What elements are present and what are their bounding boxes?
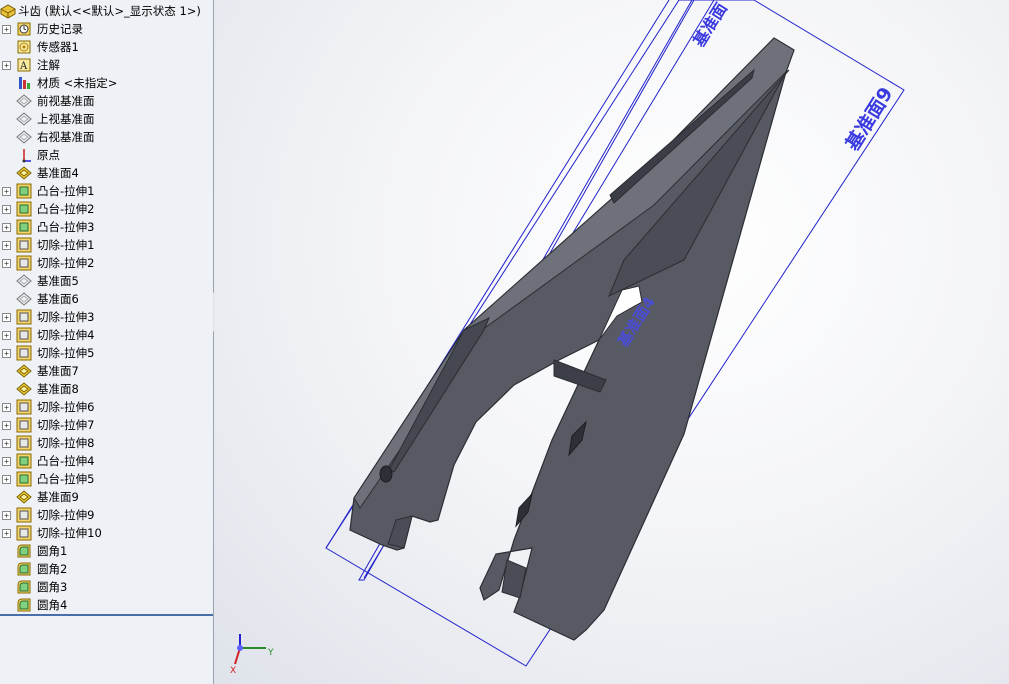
expand-toggle-icon[interactable]: + (2, 241, 11, 250)
tree-item-label: 基准面4 (37, 166, 79, 180)
cut-extrude-icon (16, 435, 32, 451)
history-icon (17, 22, 31, 36)
tree-item-label: 注解 (37, 58, 60, 72)
expand-toggle-icon[interactable]: + (2, 205, 11, 214)
expand-toggle-icon[interactable]: + (2, 421, 11, 430)
expand-toggle-icon[interactable]: + (2, 187, 11, 196)
expand-toggle-icon[interactable]: + (2, 439, 11, 448)
cut-extrude-icon (16, 345, 32, 361)
tree-item-label: 上视基准面 (37, 112, 95, 126)
axis-x-label: X (230, 666, 236, 676)
tree-item-label: 基准面5 (37, 274, 79, 288)
tree-item-label: 切除-拉伸5 (37, 346, 95, 360)
cut-extrude-icon (16, 399, 32, 415)
tree-item-label: 凸台-拉伸2 (37, 202, 95, 216)
tree-item-label: 圆角1 (37, 544, 68, 558)
tree-item-label: 圆角2 (37, 562, 68, 576)
expand-toggle-icon[interactable]: + (2, 475, 11, 484)
expand-toggle-icon[interactable]: + (2, 349, 11, 358)
tree-item-label: 切除-拉伸3 (37, 310, 95, 324)
tree-item-label: 凸台-拉伸1 (37, 184, 95, 198)
cut-extrude-icon (16, 255, 32, 271)
expand-toggle-icon[interactable]: + (2, 61, 11, 70)
material-icon (19, 77, 30, 89)
tree-item-label: 原点 (37, 148, 60, 162)
plane-yellow-icon (16, 166, 32, 180)
tree-item-label: 基准面9 (37, 490, 79, 504)
boss-extrude-icon (16, 201, 32, 217)
sensor-icon (17, 40, 31, 54)
expand-toggle-icon[interactable]: + (2, 403, 11, 412)
part-body (349, 37, 795, 641)
cut-extrude-icon (16, 525, 32, 541)
tree-item-label: 历史记录 (37, 22, 83, 36)
tree-item-label: 圆角4 (37, 598, 68, 612)
tree-item-label: 切除-拉伸1 (37, 238, 95, 252)
tree-item-label: 基准面7 (37, 364, 79, 378)
tree-bottom-divider (0, 614, 213, 616)
axis-y-label: Y (267, 648, 274, 658)
boss-extrude-icon (16, 219, 32, 235)
tree-item-label: 基准面6 (37, 292, 79, 306)
tree-item-label: 切除-拉伸8 (37, 436, 95, 450)
plane-icon (16, 94, 32, 108)
expand-toggle-icon[interactable]: + (2, 259, 11, 268)
fillet-icon (17, 544, 31, 558)
origin-icon (22, 149, 31, 163)
tree-item-label: 凸台-拉伸5 (37, 472, 95, 486)
part-icon (0, 4, 16, 19)
cut-extrude-icon (16, 417, 32, 433)
boss-extrude-icon (16, 183, 32, 199)
tree-item-label: 切除-拉伸6 (37, 400, 95, 414)
tree-item-label: 切除-拉伸7 (37, 418, 95, 432)
cut-extrude-icon (16, 507, 32, 523)
tree-item-label: 切除-拉伸9 (37, 508, 95, 522)
cut-extrude-icon (16, 327, 32, 343)
plane-icon (16, 292, 32, 306)
plane-icon (16, 274, 32, 288)
expand-toggle-icon[interactable]: + (2, 25, 11, 34)
plane-icon (16, 112, 32, 126)
tree-item-label: 前视基准面 (37, 94, 95, 108)
plane-top-label: 基准面 (689, 0, 731, 51)
fillet-icon (17, 562, 31, 576)
tree-item-label: 圆角3 (37, 580, 68, 594)
tree-item-label: 凸台-拉伸4 (37, 454, 95, 468)
boss-extrude-icon (16, 453, 32, 469)
fillet-icon (17, 598, 31, 612)
tree-item-label: 切除-拉伸2 (37, 256, 95, 270)
tree-item-label: 右视基准面 (37, 130, 95, 144)
tree-item-label: 凸台-拉伸3 (37, 220, 95, 234)
fillet-icon (17, 580, 31, 594)
expand-toggle-icon[interactable]: + (2, 331, 11, 340)
plane-yellow-icon (16, 364, 32, 378)
tree-item-label: 基准面8 (37, 382, 79, 396)
tree-root-label: 斗齿 (默认<<默认>_显示状态 1>) (18, 4, 201, 18)
plane-yellow-icon (16, 490, 32, 504)
axis-triad: Y X (230, 634, 274, 676)
expand-toggle-icon[interactable]: + (2, 313, 11, 322)
expand-toggle-icon[interactable]: + (2, 511, 11, 520)
annotation-icon: A (17, 58, 31, 72)
model-view: 基准面9 基准面 基准面4 (325, 0, 905, 667)
svg-text:A: A (19, 61, 28, 72)
cut-extrude-icon (16, 237, 32, 253)
tree-item-label: 传感器1 (37, 40, 79, 54)
tree-item-label: 材质 <未指定> (37, 76, 118, 90)
cut-extrude-icon (16, 309, 32, 325)
expand-toggle-icon[interactable]: + (2, 529, 11, 538)
feature-manager-tree: 斗齿 (默认<<默认>_显示状态 1>) + 历史记录传感器1 + A 注解材质 <未指… (0, 0, 214, 684)
expand-toggle-icon[interactable]: + (2, 223, 11, 232)
plane-icon (16, 130, 32, 144)
boss-extrude-icon (16, 471, 32, 487)
expand-toggle-icon[interactable]: + (2, 457, 11, 466)
plane-9-label: 基准面9 (840, 83, 897, 156)
tree-item-label: 切除-拉伸4 (37, 328, 95, 342)
tree-item-label: 切除-拉伸10 (37, 526, 102, 540)
graphics-viewport[interactable]: 基准面9 基准面 基准面4 Y X (214, 0, 1009, 684)
plane-yellow-icon (16, 382, 32, 396)
